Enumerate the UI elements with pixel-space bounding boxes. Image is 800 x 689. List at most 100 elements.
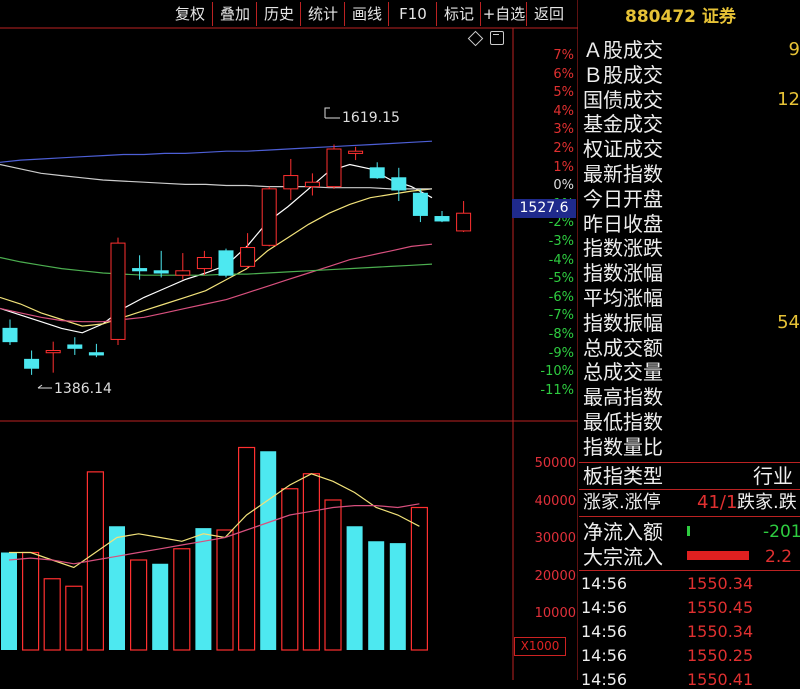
candle-body	[67, 344, 83, 349]
down-count-label: 跌家.跌	[737, 492, 797, 513]
volume-label: 50000	[534, 456, 576, 471]
field-label: 今日开盘	[583, 186, 663, 211]
candle-body	[369, 167, 385, 179]
volume-bar	[216, 529, 234, 651]
field-label: 基金成交	[583, 112, 663, 137]
volume-bar	[410, 506, 428, 651]
field-label: 平均涨幅	[583, 286, 663, 310]
field-label: 权证成交	[583, 137, 663, 162]
field-label: 指数振幅	[583, 310, 663, 335]
percent-label: -8%	[548, 327, 574, 342]
kline-chart[interactable]	[0, 0, 578, 680]
volume-bar	[302, 473, 320, 651]
ma-line-3	[0, 256, 433, 276]
volume-bar	[281, 488, 299, 651]
low-pointer	[37, 384, 52, 389]
volume-bar	[152, 563, 169, 650]
field-label: 最新指数	[583, 162, 663, 186]
volume-bar	[109, 526, 125, 650]
field-label: 总成交量	[583, 360, 663, 385]
net-inflow-label: 净流入额	[583, 520, 663, 544]
ma-line-2	[0, 243, 433, 323]
candle-body	[153, 270, 169, 274]
candle-body	[218, 250, 234, 276]
candle-body	[456, 212, 472, 232]
tick-time: 14:56	[581, 574, 628, 593]
percent-label: -7%	[548, 308, 574, 324]
tick-price: 1550.45	[687, 598, 754, 617]
candle-body	[110, 242, 126, 340]
percent-label: -4%	[548, 252, 574, 268]
candle-body	[283, 175, 299, 190]
board-type-label: 板指类型	[583, 464, 663, 488]
volume-bar	[130, 559, 148, 651]
candle-body	[2, 327, 18, 343]
quote-panel: 880472 证券 Ａ股成交 9 Ｂ股成交 国债成交 12 基金成交 权证成交 最新指数 今日开…	[579, 0, 800, 689]
volume-bar	[173, 548, 191, 651]
field-label: 总成交额	[583, 335, 663, 360]
percent-label: 0%	[553, 178, 574, 194]
low-price-annotation: 1386.14	[54, 381, 112, 397]
volume-label: 10000	[534, 606, 576, 621]
percent-label: 6%	[553, 66, 574, 82]
tick-time: 14:56	[581, 598, 628, 617]
field-label: 最低指数	[583, 410, 663, 434]
field-label: Ｂ股成交	[583, 62, 663, 87]
percent-label: 7%	[553, 48, 574, 63]
percent-label: 1%	[553, 159, 574, 175]
volume-bar	[1, 552, 17, 650]
volume-bar	[22, 551, 40, 651]
volume-bar	[368, 541, 385, 650]
panel-title: 880472 证券	[625, 7, 736, 27]
candle-body	[240, 247, 256, 267]
candle-body	[88, 352, 104, 356]
field-value: 54	[777, 311, 800, 333]
percent-label: -9%	[548, 345, 574, 361]
percent-label: -3%	[548, 234, 574, 249]
field-label: 指数涨幅	[583, 261, 663, 286]
candle-body	[175, 270, 191, 276]
net-inflow-bar	[687, 526, 690, 536]
field-value: 12	[777, 88, 800, 110]
candle-body	[24, 358, 40, 369]
candle-body	[196, 256, 212, 270]
volume-label: 30000	[534, 531, 576, 546]
percent-label: 5%	[553, 85, 574, 101]
field-label: 昨日收盘	[583, 211, 663, 236]
volume-unit-label: X1000	[514, 637, 566, 656]
net-inflow-value: -201	[763, 522, 800, 542]
volume-label: 20000	[534, 568, 576, 584]
block-inflow-label: 大宗流入	[583, 545, 663, 569]
block-inflow-bar	[687, 551, 749, 560]
volume-label: 40000	[534, 493, 576, 509]
tick-time: 14:56	[581, 622, 628, 641]
percent-label: -10%	[540, 364, 574, 380]
candle-body	[434, 216, 450, 222]
up-count-label: 涨家.涨停	[583, 492, 661, 513]
field-label: Ａ股成交	[583, 38, 663, 62]
percent-label: -5%	[548, 271, 574, 287]
candle-body	[326, 148, 342, 188]
ma-line-1	[0, 188, 433, 327]
percent-label: -11%	[540, 382, 574, 398]
field-label: 最高指数	[583, 385, 663, 410]
volume-bar	[324, 499, 342, 651]
tick-price: 1550.25	[687, 646, 754, 665]
percent-label: 2%	[553, 141, 574, 156]
candle-body	[348, 150, 364, 154]
current-price-tag: 1527.6	[512, 199, 576, 218]
volume-bar	[260, 451, 277, 650]
volume-bar	[346, 526, 363, 650]
volume-bar	[43, 578, 61, 651]
block-inflow-value: 2.2	[765, 547, 793, 567]
high-price-annotation: 1619.15	[342, 110, 400, 126]
candle-body	[391, 177, 407, 191]
field-label: 指数量比	[583, 434, 663, 459]
ma-line-0	[0, 163, 433, 334]
tick-price: 1550.34	[687, 574, 754, 593]
candle-body	[304, 181, 320, 188]
volume-bar	[389, 543, 406, 650]
candle-body	[45, 350, 61, 354]
percent-label: 4%	[553, 103, 574, 119]
tick-price: 1550.34	[687, 622, 754, 641]
